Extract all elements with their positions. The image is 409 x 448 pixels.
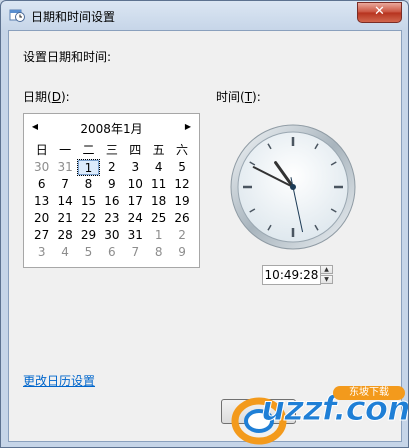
calendar-day[interactable]: 2 (170, 227, 193, 244)
calendar-week-row: 3456789 (30, 244, 194, 261)
calendar-day[interactable]: 29 (77, 227, 100, 244)
calendar-day[interactable]: 27 (30, 227, 53, 244)
weekday-label: 三 (105, 143, 118, 157)
weekday-label: 二 (82, 143, 95, 157)
calendar-day[interactable]: 31 (124, 227, 147, 244)
window-title: 日期和时间设置 (31, 10, 116, 24)
weekday-label: 四 (129, 143, 142, 157)
calendar-day[interactable]: 7 (53, 176, 76, 193)
calendar-day[interactable]: 16 (100, 193, 123, 210)
calendar-day[interactable]: 5 (77, 244, 100, 261)
calendar-day[interactable]: 7 (124, 244, 147, 261)
dialog-heading: 设置日期和时间: (23, 50, 112, 64)
calendar-day[interactable]: 12 (170, 176, 193, 193)
calendar-day[interactable]: 1 (147, 227, 170, 244)
calendar-month-title[interactable]: 2008年1月 (24, 120, 199, 137)
time-label: 时间(T): (216, 90, 261, 104)
close-button[interactable]: ✕ (357, 2, 402, 23)
calendar-day[interactable]: 5 (170, 159, 193, 176)
analog-clock (230, 124, 356, 250)
calendar-day[interactable]: 3 (30, 244, 53, 261)
month-calendar[interactable]: ◀ 2008年1月 ▶ 日一二三四五六 30 31 1 2 3 4 5 6 7 8 9 10 11 12 13… (23, 113, 200, 268)
weekday-label: 日 (35, 143, 48, 157)
calendar-day[interactable]: 31 (53, 159, 76, 176)
calendar-day[interactable]: 21 (53, 210, 76, 227)
time-down-icon[interactable]: ▼ (320, 275, 333, 284)
calendar-day[interactable]: 17 (124, 193, 147, 210)
change-calendar-settings-link[interactable]: 更改日历设置 (23, 372, 95, 389)
calendar-day[interactable]: 25 (147, 210, 170, 227)
weekday-label: 六 (176, 143, 189, 157)
calendar-day[interactable]: 22 (77, 210, 100, 227)
title-bar[interactable]: 日期和时间设置 ✕ (1, 1, 408, 31)
calendar-week-row: 30 31 1 2 3 4 5 (30, 159, 194, 176)
calendar-day[interactable]: 4 (53, 244, 76, 261)
calendar-grid: 日一二三四五六 30 31 1 2 3 4 5 6 7 8 9 10 11 12 13 14 15 16 17 18 19… (30, 142, 194, 261)
weekday-label: 一 (59, 143, 72, 157)
watermark-logo: uzzf.com 东坡下载 (225, 383, 408, 447)
calendar-day[interactable]: 28 (53, 227, 76, 244)
calendar-day[interactable]: 4 (147, 159, 170, 176)
watermark-badge: 东坡下载 (333, 386, 405, 400)
clock-calendar-icon (9, 9, 25, 22)
dialog-body: 设置日期和时间: 日期(D): 时间(T): ◀ 2008年1月 ▶ 日一二三四… (8, 30, 402, 442)
calendar-day[interactable]: 13 (30, 193, 53, 210)
calendar-day[interactable]: 20 (30, 210, 53, 227)
calendar-header: ◀ 2008年1月 ▶ (24, 118, 199, 136)
calendar-day[interactable]: 6 (100, 244, 123, 261)
time-up-icon[interactable]: ▲ (320, 265, 333, 274)
date-time-settings-window: 日期和时间设置 ✕ 设置日期和时间: 日期(D): 时间(T): ◀ 2008年… (0, 0, 409, 448)
calendar-day[interactable]: 8 (77, 176, 100, 193)
next-month-icon[interactable]: ▶ (183, 121, 193, 133)
calendar-day[interactable]: 8 (147, 244, 170, 261)
calendar-day[interactable]: 2 (100, 159, 123, 176)
weekday-header: 日一二三四五六 (30, 142, 194, 159)
calendar-day[interactable]: 30 (30, 159, 53, 176)
calendar-day[interactable]: 11 (147, 176, 170, 193)
calendar-week-row: 20 21 22 23 24 25 26 (30, 210, 194, 227)
calendar-day[interactable]: 30 (100, 227, 123, 244)
calendar-day[interactable]: 24 (124, 210, 147, 227)
calendar-day[interactable]: 6 (30, 176, 53, 193)
calendar-day[interactable]: 9 (100, 176, 123, 193)
date-label: 日期(D): (23, 90, 70, 104)
time-spinner: ▲ ▼ (320, 265, 333, 285)
calendar-day[interactable]: 19 (170, 193, 193, 210)
time-input[interactable]: 10:49:28 (262, 265, 321, 285)
calendar-day[interactable]: 10 (124, 176, 147, 193)
calendar-week-row: 27 28 29 30 31 1 2 (30, 227, 194, 244)
calendar-day-selected[interactable]: 1 (76, 159, 101, 176)
calendar-day[interactable]: 18 (147, 193, 170, 210)
clock-center (290, 184, 296, 190)
calendar-day[interactable]: 15 (77, 193, 100, 210)
calendar-day[interactable]: 3 (124, 159, 147, 176)
calendar-week-row: 6 7 8 9 10 11 12 (30, 176, 194, 193)
calendar-day[interactable]: 14 (53, 193, 76, 210)
calendar-day[interactable]: 23 (100, 210, 123, 227)
calendar-week-row: 13 14 15 16 17 18 19 (30, 193, 194, 210)
weekday-label: 五 (152, 143, 165, 157)
calendar-day[interactable]: 9 (170, 244, 193, 261)
calendar-day[interactable]: 26 (170, 210, 193, 227)
